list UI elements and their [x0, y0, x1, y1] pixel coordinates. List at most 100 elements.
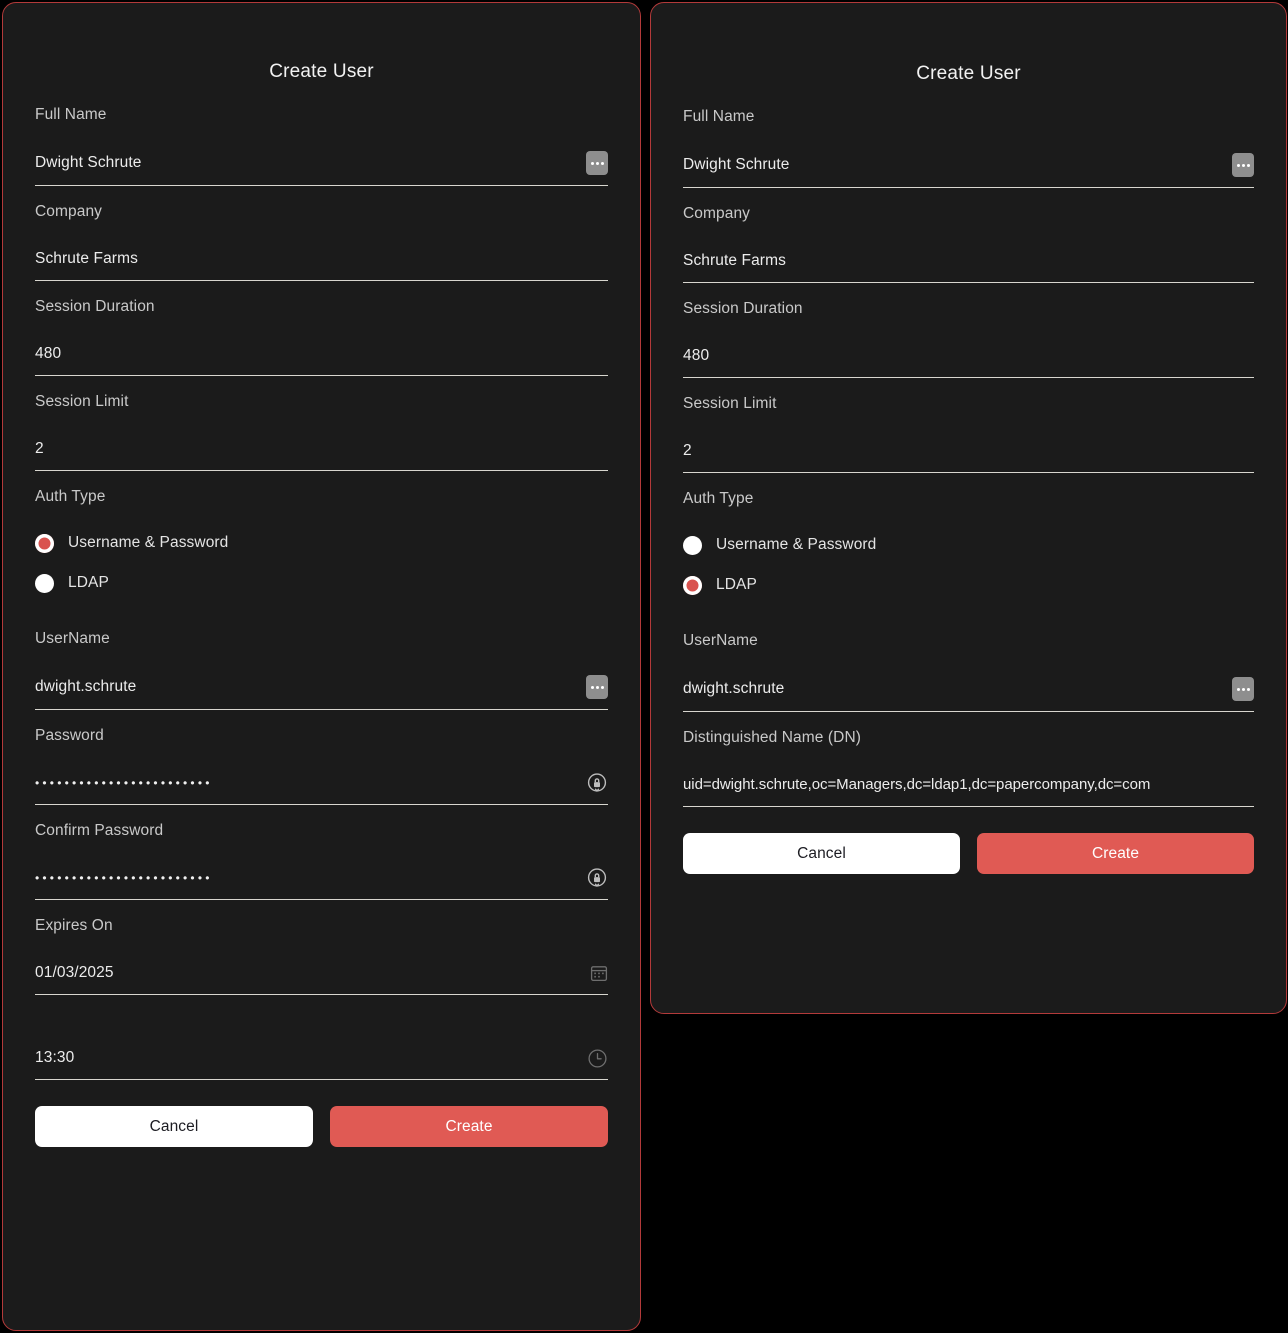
create-user-dialog-password: Create User Full Name Dwight Schrute Com… — [2, 2, 641, 1331]
lock-circle-icon — [587, 773, 607, 792]
ellipsis-icon — [1232, 677, 1254, 701]
field-username: UserName dwight.schrute — [683, 631, 1254, 712]
radio-group-auth-type: Username & Password LDAP — [683, 525, 1254, 605]
radio-label-ldap: LDAP — [716, 576, 757, 593]
input-session-limit[interactable]: 2 — [35, 438, 608, 471]
input-full-name[interactable]: Dwight Schrute — [683, 153, 1254, 188]
input-confirm-password[interactable]: •••••••••••••••••••••••• — [35, 867, 608, 900]
field-password: Password •••••••••••••••••••••••• — [35, 726, 608, 805]
input-distinguished-name[interactable]: uid=dwight.schrute,oc=Managers,dc=ldap1,… — [683, 774, 1254, 807]
create-button[interactable]: Create — [977, 833, 1254, 874]
value-expires-on-date: 01/03/2025 — [35, 964, 114, 981]
calendar-icon — [590, 966, 608, 982]
ellipsis-icon — [586, 151, 608, 175]
field-distinguished-name: Distinguished Name (DN) uid=dwight.schru… — [683, 728, 1254, 807]
value-full-name: Dwight Schrute — [35, 154, 142, 171]
label-auth-type: Auth Type — [35, 488, 106, 505]
field-expires-time: 13:30 — [35, 1047, 608, 1080]
radio-option-username-password[interactable]: Username & Password — [683, 525, 1254, 565]
page-title-right: Create User — [916, 63, 1021, 84]
screen-root: Create User Full Name Dwight Schrute Com… — [0, 0, 1288, 1333]
label-session-limit: Session Limit — [683, 395, 777, 412]
page-title-left: Create User — [269, 61, 374, 82]
label-company: Company — [683, 205, 751, 222]
radio-option-ldap[interactable]: LDAP — [35, 563, 608, 603]
value-company: Schrute Farms — [35, 250, 138, 267]
field-session-duration: Session Duration 480 — [35, 297, 608, 376]
value-username: dwight.schrute — [35, 678, 137, 695]
label-session-duration: Session Duration — [683, 300, 803, 317]
input-session-duration[interactable]: 480 — [683, 345, 1254, 378]
field-session-limit: Session Limit 2 — [35, 392, 608, 471]
field-auth-type: Auth Type Username & Password LDAP — [683, 489, 1254, 605]
value-full-name: Dwight Schrute — [683, 156, 790, 173]
radio-icon-ldap — [683, 575, 702, 595]
value-username: dwight.schrute — [683, 680, 785, 697]
value-confirm-password: •••••••••••••••••••••••• — [35, 871, 213, 885]
field-username: UserName dwight.schrute — [35, 629, 608, 710]
confirm-password-reveal-button[interactable] — [586, 867, 608, 889]
password-reveal-button[interactable] — [586, 772, 608, 794]
field-expires-on: Expires On 01/03/2025 — [35, 916, 608, 995]
input-password[interactable]: •••••••••••••••••••••••• — [35, 772, 608, 805]
radio-icon-username-password — [35, 533, 54, 553]
field-auth-type: Auth Type Username & Password LDAP — [35, 487, 608, 603]
label-full-name: Full Name — [35, 106, 107, 123]
cancel-button[interactable]: Cancel — [683, 833, 960, 874]
radio-option-username-password[interactable]: Username & Password — [35, 523, 608, 563]
dialog-actions-left: Cancel Create — [35, 1106, 608, 1147]
username-more-button[interactable] — [1232, 677, 1254, 701]
ellipsis-icon — [586, 675, 608, 699]
field-confirm-password: Confirm Password •••••••••••••••••••••••… — [35, 821, 608, 900]
field-full-name: Full Name Dwight Schrute — [35, 105, 608, 186]
clock-icon — [588, 1048, 607, 1068]
input-expires-on-date[interactable]: 01/03/2025 — [35, 962, 608, 995]
full-name-more-button[interactable] — [1232, 153, 1254, 177]
value-session-limit: 2 — [35, 440, 44, 457]
radio-icon-ldap — [35, 573, 54, 593]
username-more-button[interactable] — [586, 675, 608, 699]
input-company[interactable]: Schrute Farms — [683, 250, 1254, 283]
create-user-dialog-ldap: Create User Full Name Dwight Schrute Com… — [650, 2, 1287, 1014]
field-company: Company Schrute Farms — [683, 204, 1254, 283]
radio-label-username-password: Username & Password — [716, 536, 877, 553]
date-picker-button[interactable] — [590, 964, 608, 982]
value-password: •••••••••••••••••••••••• — [35, 776, 213, 790]
full-name-more-button[interactable] — [586, 151, 608, 175]
input-username[interactable]: dwight.schrute — [35, 675, 608, 710]
label-username: UserName — [683, 632, 758, 649]
cancel-button[interactable]: Cancel — [35, 1106, 313, 1147]
field-session-limit: Session Limit 2 — [683, 394, 1254, 473]
radio-label-ldap: LDAP — [68, 574, 109, 591]
value-expires-time: 13:30 — [35, 1049, 75, 1066]
radio-group-auth-type: Username & Password LDAP — [35, 523, 608, 603]
label-username: UserName — [35, 630, 110, 647]
value-session-limit: 2 — [683, 442, 692, 459]
label-company: Company — [35, 203, 103, 220]
input-full-name[interactable]: Dwight Schrute — [35, 151, 608, 186]
input-expires-time[interactable]: 13:30 — [35, 1047, 608, 1080]
ellipsis-icon — [1232, 153, 1254, 177]
value-session-duration: 480 — [35, 345, 62, 362]
input-session-duration[interactable]: 480 — [35, 343, 608, 376]
value-company: Schrute Farms — [683, 252, 786, 269]
input-company[interactable]: Schrute Farms — [35, 248, 608, 281]
label-password: Password — [35, 727, 104, 744]
field-full-name: Full Name Dwight Schrute — [683, 107, 1254, 188]
dialog-actions-right: Cancel Create — [683, 833, 1254, 874]
radio-icon-username-password — [683, 535, 702, 555]
value-session-duration: 480 — [683, 347, 710, 364]
label-session-duration: Session Duration — [35, 298, 155, 315]
create-button[interactable]: Create — [330, 1106, 608, 1147]
label-session-limit: Session Limit — [35, 393, 129, 410]
input-username[interactable]: dwight.schrute — [683, 677, 1254, 712]
input-session-limit[interactable]: 2 — [683, 440, 1254, 473]
label-distinguished-name: Distinguished Name (DN) — [683, 729, 862, 746]
value-distinguished-name: uid=dwight.schrute,oc=Managers,dc=ldap1,… — [683, 776, 1151, 793]
label-expires-on: Expires On — [35, 917, 113, 934]
radio-label-username-password: Username & Password — [68, 534, 229, 551]
lock-circle-icon — [587, 868, 607, 887]
time-picker-button[interactable] — [587, 1048, 608, 1069]
radio-option-ldap[interactable]: LDAP — [683, 565, 1254, 605]
